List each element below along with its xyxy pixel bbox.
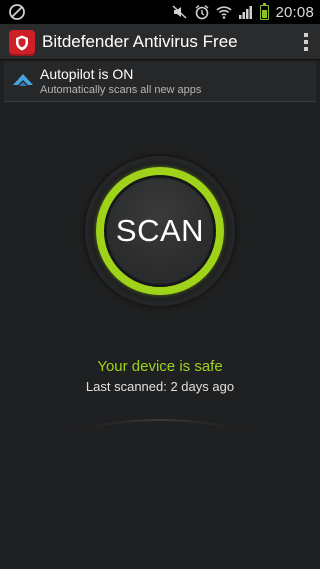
status-bar: 20:08 xyxy=(0,0,320,24)
last-scanned-text: Last scanned: 2 days ago xyxy=(85,379,235,394)
overflow-menu-icon[interactable] xyxy=(298,30,314,54)
device-status-text: Your device is safe xyxy=(97,358,223,375)
mute-icon xyxy=(172,5,187,19)
autopilot-icon xyxy=(13,74,33,86)
battery-icon xyxy=(260,2,270,20)
scan-control: SCAN xyxy=(85,156,235,306)
signal-icon xyxy=(239,6,253,19)
bitdefender-logo-icon xyxy=(9,30,35,56)
clock: 20:08 xyxy=(275,3,314,21)
wifi-icon xyxy=(216,6,233,19)
autopilot-subtitle: Automatically scans all new apps xyxy=(40,84,202,96)
decorative-divider xyxy=(69,419,251,433)
status-icons: 20:08 xyxy=(172,0,314,24)
scan-button[interactable]: SCAN xyxy=(107,178,213,284)
app-title: Bitdefender Antivirus Free xyxy=(42,32,238,51)
scan-label: SCAN xyxy=(115,213,205,248)
autopilot-row[interactable]: Autopilot is ON Automatically scans all … xyxy=(4,62,316,102)
autopilot-title: Autopilot is ON xyxy=(40,66,134,82)
alarm-icon xyxy=(196,4,209,20)
no-entry-icon xyxy=(9,4,25,20)
app-bar: Bitdefender Antivirus Free xyxy=(0,24,320,60)
